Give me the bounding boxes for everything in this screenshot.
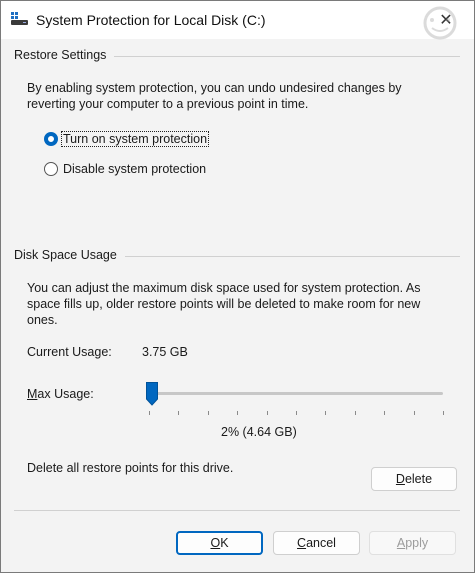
apply-accelerator: A	[396, 536, 406, 550]
cancel-button[interactable]: Cancel	[273, 531, 360, 555]
disk-description-line1: You can adjust the maximum disk space us…	[27, 281, 421, 295]
cancel-accelerator: C	[297, 536, 307, 550]
delete-button[interactable]: Delete	[371, 467, 457, 491]
system-protection-dialog: System Protection for Local Disk (C:) ✕ …	[0, 0, 475, 573]
apply-button[interactable]: Apply	[369, 531, 456, 555]
cancel-label-rest: ancel	[306, 536, 336, 550]
slider-tick	[296, 411, 297, 415]
ok-button[interactable]: OK	[176, 531, 263, 555]
window-title: System Protection for Local Disk (C:)	[36, 12, 266, 28]
restore-description-line2: reverting your computer to a previous po…	[27, 97, 309, 111]
turn-on-protection-label: Turn on system protection	[60, 131, 210, 147]
max-usage-label: Max Usage:	[27, 386, 94, 402]
restore-settings-group-label: Restore Settings	[14, 48, 115, 62]
disk-description-line3: ones.	[27, 313, 58, 327]
slider-tick	[325, 411, 326, 415]
ok-label-rest: K	[220, 536, 229, 550]
slider-tick	[149, 411, 150, 415]
apply-label-rest: pply	[405, 536, 429, 550]
ok-accelerator: O	[210, 536, 221, 550]
delete-description: Delete all restore points for this drive…	[27, 461, 234, 475]
max-usage-label-rest: ax Usage:	[37, 387, 94, 401]
delete-accelerator: D	[395, 472, 405, 486]
current-usage-value: 3.75 GB	[142, 345, 188, 359]
slider-tick	[355, 411, 356, 415]
max-usage-accelerator: M	[27, 387, 38, 401]
disable-protection-radio[interactable]: Disable system protection	[44, 162, 207, 176]
turn-on-protection-radio[interactable]: Turn on system protection	[44, 131, 210, 147]
disk-description-line2: space fills up, older restore points wil…	[27, 297, 421, 311]
footer-divider	[14, 510, 460, 511]
slider-tick	[237, 411, 238, 415]
slider-tick	[208, 411, 209, 415]
max-usage-slider-thumb[interactable]	[146, 382, 158, 406]
slider-tick	[267, 411, 268, 415]
disable-protection-label: Disable system protection	[63, 162, 207, 176]
disk-space-group-label: Disk Space Usage	[14, 248, 125, 262]
slider-tick	[443, 411, 444, 415]
max-usage-value: 2% (4.64 GB)	[221, 425, 297, 439]
slider-tick	[414, 411, 415, 415]
delete-label-rest: elete	[404, 472, 433, 486]
slider-tick	[384, 411, 385, 415]
system-properties-icon	[11, 12, 28, 25]
current-usage-label: Current Usage:	[27, 345, 112, 359]
max-usage-slider-track[interactable]	[149, 392, 443, 395]
restore-description-line1: By enabling system protection, you can u…	[27, 81, 402, 95]
radio-selected-icon	[44, 132, 58, 146]
title-bar[interactable]: System Protection for Local Disk (C:) ✕	[1, 1, 474, 39]
watermark-logo-icon	[423, 6, 457, 40]
radio-unselected-icon	[44, 162, 58, 176]
slider-tick	[178, 411, 179, 415]
